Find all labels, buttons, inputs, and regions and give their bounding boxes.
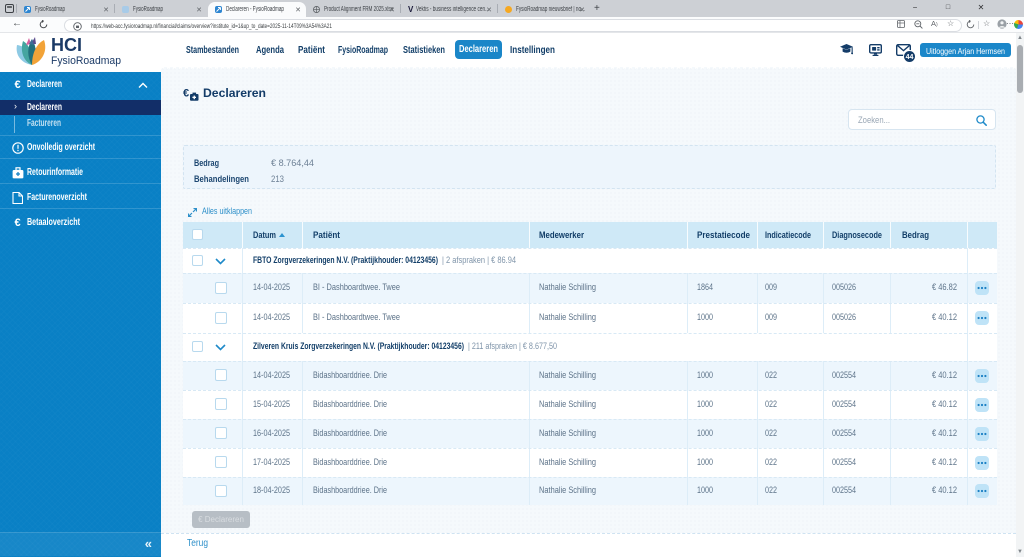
svg-text:€: € bbox=[183, 88, 189, 100]
